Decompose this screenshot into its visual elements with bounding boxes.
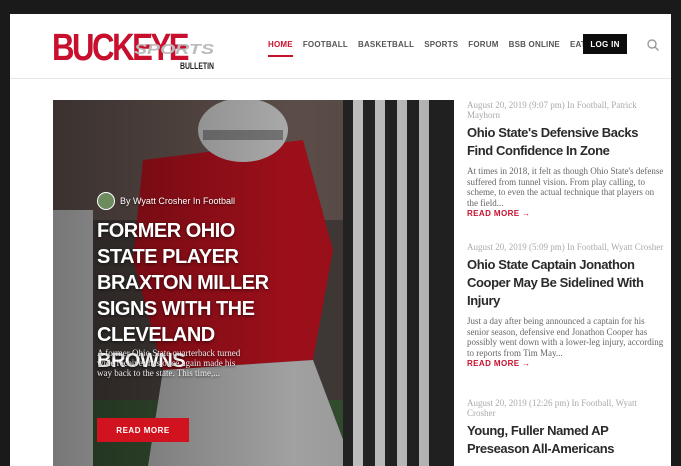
main-nav: HOME FOOTBALL BASKETBALL SPORTS FORUM BS…: [268, 40, 618, 57]
browser-page: BUCKEYE SPORTS BULLETIN HOME FOOTBALL BA…: [10, 14, 671, 466]
nav-basketball[interactable]: BASKETBALL: [358, 40, 414, 57]
author-avatar: [97, 192, 115, 210]
nav-forum[interactable]: FORUM: [468, 40, 498, 57]
list-item: August 20, 2019 (12:26 pm) In Football, …: [467, 398, 667, 458]
article-excerpt: Just a day after being announced a capta…: [467, 316, 664, 358]
hero-featured-story[interactable]: By Wyatt Crosher In Football FORMER OHIO…: [53, 100, 454, 466]
hero-excerpt: A former Ohio State quarterback turned w…: [97, 348, 241, 378]
hero-byline-text[interactable]: By Wyatt Crosher In Football: [120, 196, 235, 206]
nav-football[interactable]: FOOTBALL: [303, 40, 348, 57]
hero-read-more-button[interactable]: READ MORE: [97, 418, 189, 442]
read-more-link[interactable]: READ MORE →: [467, 359, 667, 368]
article-title[interactable]: Young, Fuller Named AP Preseason All-Ame…: [467, 422, 667, 458]
nav-sports[interactable]: SPORTS: [424, 40, 458, 57]
list-item: August 20, 2019 (5:09 pm) In Football, W…: [467, 242, 667, 368]
nav-home[interactable]: HOME: [268, 40, 293, 57]
article-excerpt: At times in 2018, it felt as though Ohio…: [467, 166, 664, 208]
search-icon[interactable]: [646, 38, 660, 52]
article-meta: August 20, 2019 (9:07 pm) In Football, P…: [467, 100, 637, 120]
list-item: August 20, 2019 (9:07 pm) In Football, P…: [467, 100, 667, 218]
logo-sports-text: SPORTS: [134, 41, 214, 58]
nav-bsb-online[interactable]: BSB ONLINE: [509, 40, 560, 57]
article-title[interactable]: Ohio State's Defensive Backs Find Confid…: [467, 124, 667, 160]
site-header: BUCKEYE SPORTS BULLETIN HOME FOOTBALL BA…: [10, 14, 671, 79]
article-meta: August 20, 2019 (5:09 pm) In Football, W…: [467, 242, 664, 252]
hero-byline: By Wyatt Crosher In Football: [97, 192, 235, 210]
login-button[interactable]: LOG IN: [583, 34, 627, 54]
article-title[interactable]: Ohio State Captain Jonathon Cooper May B…: [467, 256, 667, 310]
article-meta: August 20, 2019 (12:26 pm) In Football, …: [467, 398, 638, 418]
read-more-link[interactable]: READ MORE →: [467, 209, 667, 218]
site-logo[interactable]: BUCKEYE SPORTS BULLETIN: [52, 22, 222, 72]
logo-bulletin-text: BULLETIN: [180, 61, 214, 71]
